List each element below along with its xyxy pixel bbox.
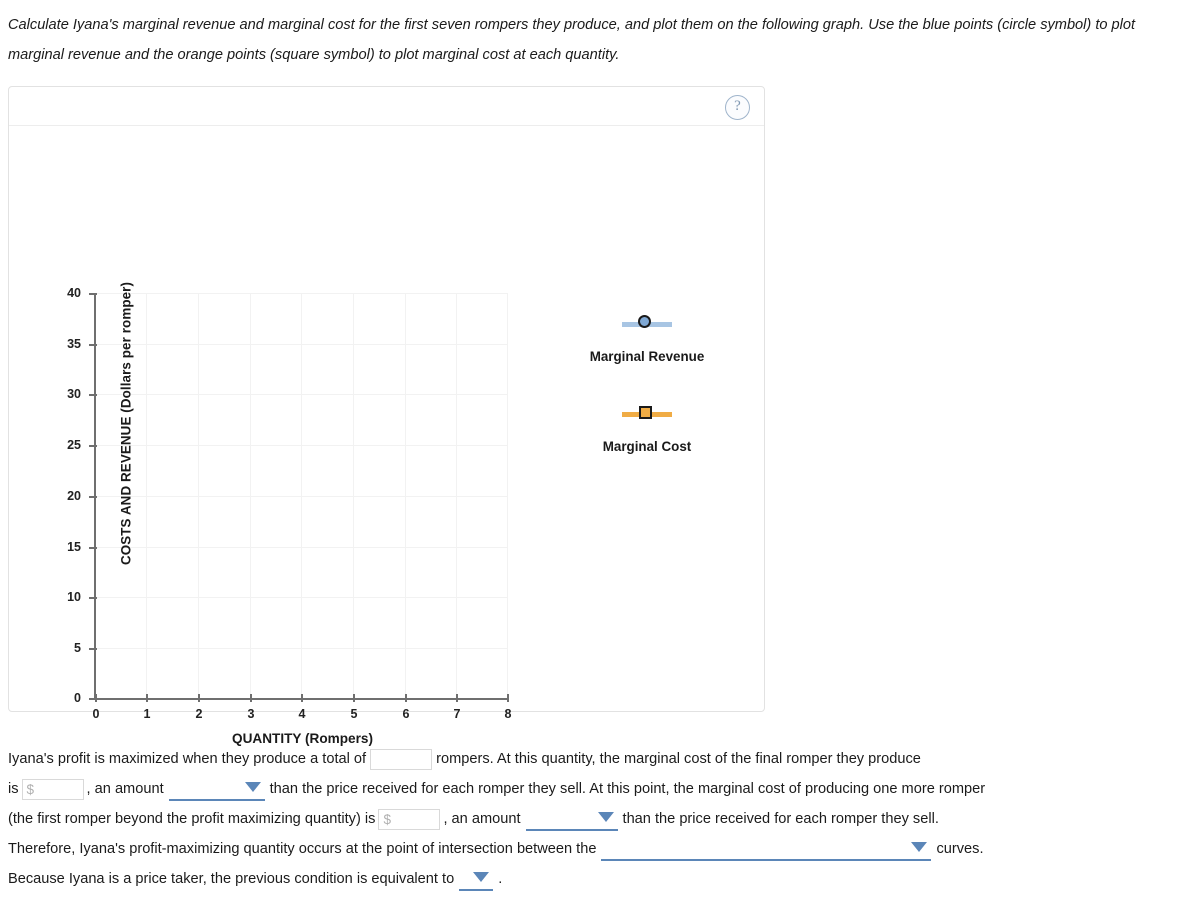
- x-tick: [198, 694, 200, 702]
- curves-dropdown[interactable]: [601, 837, 932, 861]
- x-tick-label: 3: [247, 707, 255, 721]
- y-tick: [89, 394, 97, 396]
- answer-line-4: Therefore, Iyana's profit-maximizing qua…: [8, 834, 1198, 864]
- chevron-down-icon: [911, 842, 928, 852]
- legend-marker-marginal-cost[interactable]: [537, 401, 757, 425]
- plot-area[interactable]: [95, 293, 508, 699]
- y-tick-label: 20: [67, 489, 81, 503]
- y-tick-label: 30: [67, 387, 81, 401]
- y-tick-label: 10: [67, 590, 81, 604]
- y-tick: [89, 293, 97, 295]
- x-tick-label: 1: [143, 707, 151, 721]
- y-tick-label: 0: [74, 691, 81, 705]
- chevron-down-icon: [473, 872, 490, 882]
- y-tick-label: 40: [67, 286, 81, 300]
- answer-text-4b: curves.: [936, 841, 984, 857]
- y-tick-label: 15: [67, 540, 81, 554]
- gridline-vertical: [198, 293, 199, 699]
- legend-entry-marginal-cost[interactable]: Marginal Cost: [537, 401, 757, 454]
- y-axis-title: COSTS AND REVENUE (Dollars per romper): [118, 281, 134, 566]
- answer-text-1a: Iyana's profit is maximized when they pr…: [8, 751, 367, 767]
- y-tick: [89, 648, 97, 650]
- chart[interactable]: 40 35 30 25 20 15 10 5 0 0 1 2 3 4 5 6 7…: [9, 126, 764, 746]
- dollar-placeholder: $: [383, 811, 391, 827]
- y-tick: [89, 445, 97, 447]
- answer-text-2a: is: [8, 781, 19, 797]
- answer-text-4a: Therefore, Iyana's profit-maximizing qua…: [8, 841, 597, 857]
- answer-text-3a: (the first romper beyond the profit maxi…: [8, 811, 376, 827]
- panel-header: ?: [9, 87, 764, 126]
- x-tick-label: 4: [298, 707, 306, 721]
- y-tick-label: 25: [67, 438, 81, 452]
- comparison-dropdown-1[interactable]: [168, 777, 265, 801]
- y-tick: [89, 496, 97, 498]
- x-tick: [146, 694, 148, 702]
- square-marker-icon[interactable]: [639, 406, 652, 419]
- graph-panel: ? 40 35 30 25 20 15 10 5 0 0 1 2 3 4 5 6…: [8, 86, 765, 746]
- answer-line-3: (the first romper beyond the profit maxi…: [8, 804, 1198, 834]
- dollar-placeholder: $: [26, 781, 35, 797]
- chevron-down-icon: [244, 782, 261, 792]
- answer-block: Iyana's profit is maximized when they pr…: [8, 744, 1198, 894]
- legend-entry-marginal-revenue[interactable]: Marginal Revenue: [537, 311, 757, 364]
- gridline-vertical: [456, 293, 457, 699]
- exercise-prompt: Calculate Iyana's marginal revenue and m…: [8, 17, 1136, 63]
- y-tick: [89, 344, 97, 346]
- answer-line-5: Because Iyana is a price taker, the prev…: [8, 864, 1198, 894]
- chevron-down-icon: [597, 812, 614, 822]
- legend-label-marginal-cost: Marginal Cost: [602, 439, 692, 454]
- gridline-vertical: [301, 293, 302, 699]
- answer-text-5a: Because Iyana is a price taker, the prev…: [8, 871, 455, 887]
- quantity-input[interactable]: [370, 748, 433, 770]
- answer-text-3b: , an amount: [443, 811, 521, 827]
- y-tick: [89, 597, 97, 599]
- help-icon[interactable]: ?: [725, 95, 750, 120]
- answer-text-3c: than the price received for each romper …: [622, 811, 939, 827]
- answer-text-5b: .: [498, 871, 503, 887]
- condition-dropdown[interactable]: [459, 867, 494, 891]
- comparison-dropdown-2[interactable]: [525, 807, 618, 831]
- x-tick-label: 2: [195, 707, 203, 721]
- x-tick: [456, 694, 458, 702]
- gridline-vertical: [250, 293, 251, 699]
- answer-line-1: Iyana's profit is maximized when they pr…: [8, 744, 1198, 774]
- answer-text-1b: rompers. At this quantity, the marginal …: [436, 751, 921, 767]
- x-tick: [507, 694, 509, 702]
- y-tick-label: 35: [67, 337, 81, 351]
- gridline-vertical: [405, 293, 406, 699]
- x-tick-label: 6: [402, 707, 410, 721]
- y-tick-label: 5: [74, 641, 81, 655]
- x-tick-label: 8: [504, 707, 512, 721]
- circle-marker-icon[interactable]: [638, 315, 651, 328]
- y-tick: [89, 547, 97, 549]
- gridline-vertical: [507, 293, 508, 699]
- x-tick: [250, 694, 252, 702]
- answer-text-2c: than the price received for each romper …: [269, 781, 986, 797]
- x-tick-label: 7: [453, 707, 461, 721]
- x-tick: [95, 694, 97, 702]
- marginal-cost-final-input[interactable]: $: [21, 778, 84, 800]
- x-tick: [301, 694, 303, 702]
- x-tick-label: 5: [350, 707, 358, 721]
- gridline-vertical: [353, 293, 354, 699]
- marginal-cost-next-input[interactable]: $: [378, 808, 441, 830]
- x-tick-label: 0: [92, 707, 100, 721]
- legend-marker-marginal-revenue[interactable]: [537, 311, 757, 335]
- x-tick: [405, 694, 407, 702]
- answer-line-2: is $ , an amount than the price received…: [8, 774, 1198, 804]
- gridline-vertical: [146, 293, 147, 699]
- answer-text-2b: , an amount: [86, 781, 164, 797]
- x-tick: [353, 694, 355, 702]
- legend-label-marginal-revenue: Marginal Revenue: [589, 349, 705, 364]
